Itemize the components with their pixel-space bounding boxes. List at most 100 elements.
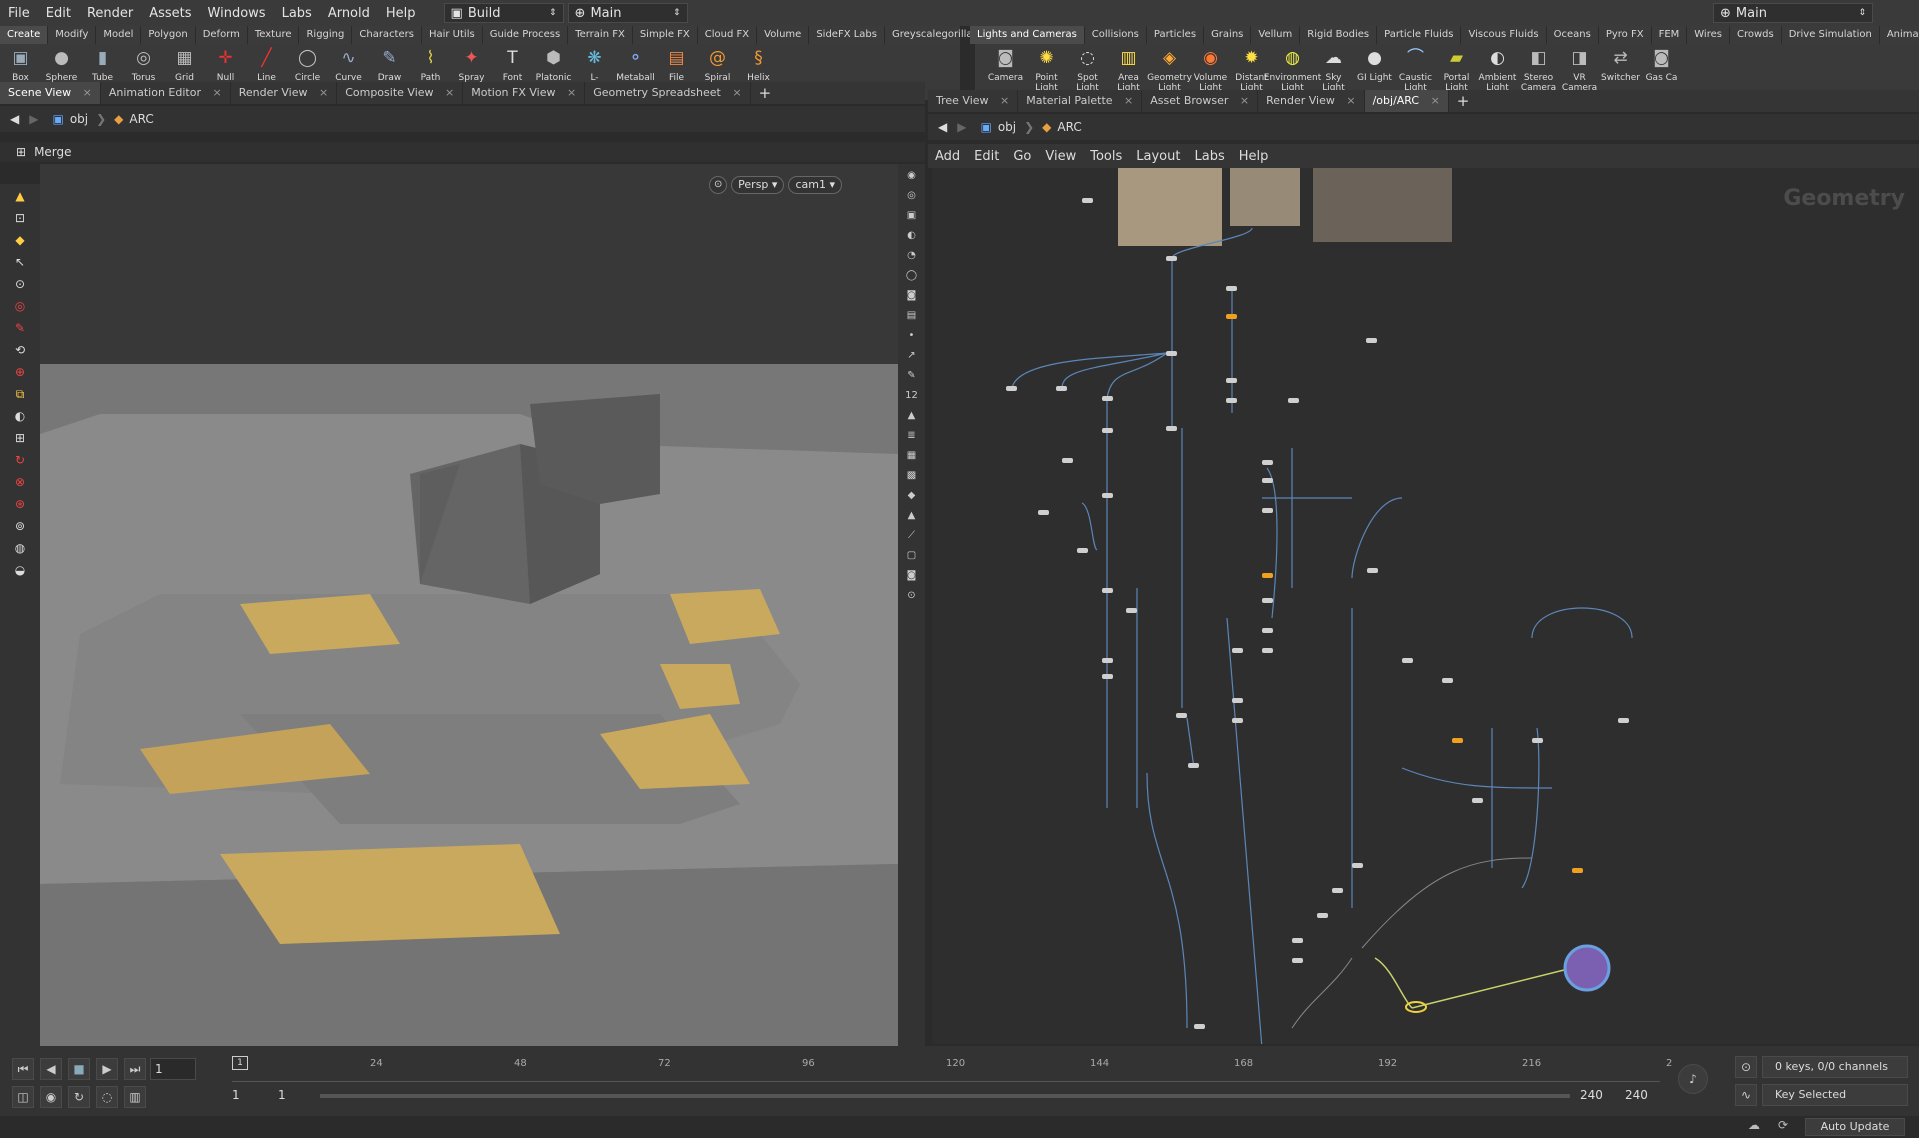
shelf-tab[interactable]: Collisions <box>1085 26 1147 44</box>
network-node[interactable] <box>1062 458 1073 463</box>
wireframe-icon[interactable]: ▤ <box>903 306 921 324</box>
range-start[interactable]: 1 <box>232 1088 262 1102</box>
step-back-button[interactable]: ◀ <box>40 1058 62 1080</box>
frame-marker[interactable]: 1 <box>232 1056 248 1070</box>
scene-viewport[interactable]: ⊙ Persp ▾ cam1 ▾ <box>40 164 898 1046</box>
shelf-tab[interactable]: Hair Utils <box>422 26 483 44</box>
grid-snap-icon[interactable]: ⊗ <box>10 472 30 492</box>
network-node[interactable] <box>1292 938 1303 943</box>
menu-help[interactable]: Help <box>378 6 424 21</box>
network-menu-item[interactable]: Layout <box>1129 149 1187 164</box>
edge-icon[interactable]: ⟋ <box>903 526 921 544</box>
shelf-tab[interactable]: Particles <box>1147 26 1205 44</box>
realtime-toggle-icon[interactable]: ◫ <box>12 1086 34 1108</box>
camera-icon[interactable]: ◙ <box>903 566 921 584</box>
close-icon[interactable]: × <box>564 86 576 99</box>
range-end[interactable]: 240 <box>1580 1088 1620 1102</box>
shading-icon[interactable]: ◐ <box>903 226 921 244</box>
shelf-tab[interactable]: FEM <box>1652 26 1688 44</box>
pane-tab[interactable]: Motion FX View × <box>463 82 586 104</box>
scale-icon[interactable]: ▲ <box>903 406 921 424</box>
forward-arrow-icon[interactable]: ▶ <box>957 120 966 134</box>
shelf-tab[interactable]: Polygon <box>141 26 196 44</box>
network-node[interactable] <box>1402 658 1413 663</box>
tool-point-light[interactable]: ✺ Point Light <box>1026 46 1067 94</box>
shelf-tab[interactable]: Rigid Bodies <box>1300 26 1378 44</box>
persp-dropdown[interactable]: Persp ▾ <box>731 176 785 194</box>
network-node[interactable] <box>1102 396 1113 401</box>
tool-metaball[interactable]: ⚬ Metaball <box>615 46 656 84</box>
range-start-2[interactable]: 1 <box>278 1088 308 1102</box>
forward-arrow-icon[interactable]: ▶ <box>29 112 38 126</box>
close-icon[interactable]: × <box>1427 94 1440 107</box>
network-node[interactable] <box>1332 888 1343 893</box>
workspace-right-selector[interactable]: ⊕ Main ⇕ <box>1713 3 1873 23</box>
tool-path[interactable]: ⌇ Path <box>410 46 451 84</box>
shelf-tab[interactable]: Characters <box>352 26 422 44</box>
lasso-icon[interactable]: ◎ <box>10 296 30 316</box>
network-node[interactable] <box>1226 286 1237 291</box>
snap-icon[interactable]: ⟲ <box>10 340 30 360</box>
bbox-icon[interactable]: ▢ <box>903 546 921 564</box>
tool-caustic-light[interactable]: ⌒ Caustic Light <box>1395 46 1436 94</box>
cube-icon[interactable]: ◆ <box>903 486 921 504</box>
network-menu-item[interactable]: Go <box>1006 149 1038 164</box>
pane-tab[interactable]: Material Palette × <box>1018 90 1143 112</box>
shelf-tab[interactable]: Drive Simulation <box>1782 26 1880 44</box>
network-node[interactable] <box>1262 598 1273 603</box>
shelf-tab[interactable]: Terrain FX <box>568 26 633 44</box>
shelf-tab[interactable]: Simple FX <box>633 26 698 44</box>
tool-environment-light[interactable]: ◍ Environment Light <box>1264 46 1321 94</box>
pane-tab[interactable]: Scene View × <box>0 82 101 104</box>
pane-tab[interactable]: Render View × <box>231 82 338 104</box>
back-arrow-icon[interactable]: ◀ <box>10 112 19 126</box>
chat-icon[interactable]: ☁ <box>1748 1118 1760 1132</box>
network-menu-item[interactable]: Labs <box>1187 149 1231 164</box>
primitive-snap-icon[interactable]: ⊛ <box>10 494 30 514</box>
tool-gi-light[interactable]: ● GI Light <box>1354 46 1395 84</box>
network-node[interactable] <box>1232 648 1243 653</box>
network-node[interactable] <box>1352 863 1363 868</box>
paint-icon[interactable]: ✎ <box>10 318 30 338</box>
network-menu-item[interactable]: Help <box>1232 149 1276 164</box>
render-icon[interactable]: ▦ <box>903 446 921 464</box>
pane-tab[interactable]: Geometry Spreadsheet × <box>585 82 751 104</box>
pose-icon[interactable]: ◆ <box>10 230 30 250</box>
desktop-selector[interactable]: ▣ Build ⇕ <box>443 3 564 23</box>
path-node[interactable]: ARC <box>129 112 153 126</box>
shelf-tab[interactable]: Viscous Fluids <box>1461 26 1547 44</box>
terrain-icon[interactable]: ▲ <box>903 506 921 524</box>
fps-icon[interactable]: ◌ <box>96 1086 118 1108</box>
tool-circle[interactable]: ◯ Circle <box>287 46 328 84</box>
pane-tab[interactable]: Render View × <box>1258 90 1365 112</box>
path-root[interactable]: obj <box>998 120 1016 134</box>
network-node[interactable] <box>1292 958 1303 963</box>
magnet-icon[interactable]: ↻ <box>10 450 30 470</box>
network-node[interactable] <box>1226 314 1237 319</box>
jump-start-button[interactable]: ⏮ <box>12 1058 34 1080</box>
auto-update-button[interactable]: Auto Update <box>1805 1118 1905 1136</box>
stop-button[interactable]: ■ <box>68 1058 90 1080</box>
shelf-tab[interactable]: Animation <box>1880 26 1919 44</box>
shelf-tab[interactable]: Greyscalegorilla <box>885 26 981 44</box>
network-node[interactable] <box>1317 913 1328 918</box>
network-node[interactable] <box>1452 738 1463 743</box>
pane-tab[interactable]: Animation Editor × <box>101 82 231 104</box>
network-node[interactable] <box>1102 493 1113 498</box>
menu-assets[interactable]: Assets <box>141 6 199 21</box>
graph-icon[interactable]: ∿ <box>1735 1084 1757 1106</box>
menu-windows[interactable]: Windows <box>200 6 274 21</box>
shelf-tab[interactable]: SideFX Labs <box>809 26 885 44</box>
shelf-tab[interactable]: Grains <box>1204 26 1252 44</box>
back-arrow-icon[interactable]: ◀ <box>938 120 947 134</box>
shelf-tab[interactable]: Volume <box>757 26 810 44</box>
tool-volume-light[interactable]: ◉ Volume Light <box>1190 46 1231 94</box>
shelf-tab[interactable]: Pyro FX <box>1599 26 1652 44</box>
tool-camera[interactable]: ◙ Camera <box>985 46 1026 84</box>
network-node[interactable] <box>1006 386 1017 391</box>
tool-torus[interactable]: ◎ Torus <box>123 46 164 84</box>
network-node[interactable] <box>1262 478 1273 483</box>
network-node[interactable] <box>1188 763 1199 768</box>
tool-vr-camera[interactable]: ◨ VR Camera <box>1559 46 1600 94</box>
pane-tab[interactable]: /obj/ARC × <box>1364 90 1449 112</box>
